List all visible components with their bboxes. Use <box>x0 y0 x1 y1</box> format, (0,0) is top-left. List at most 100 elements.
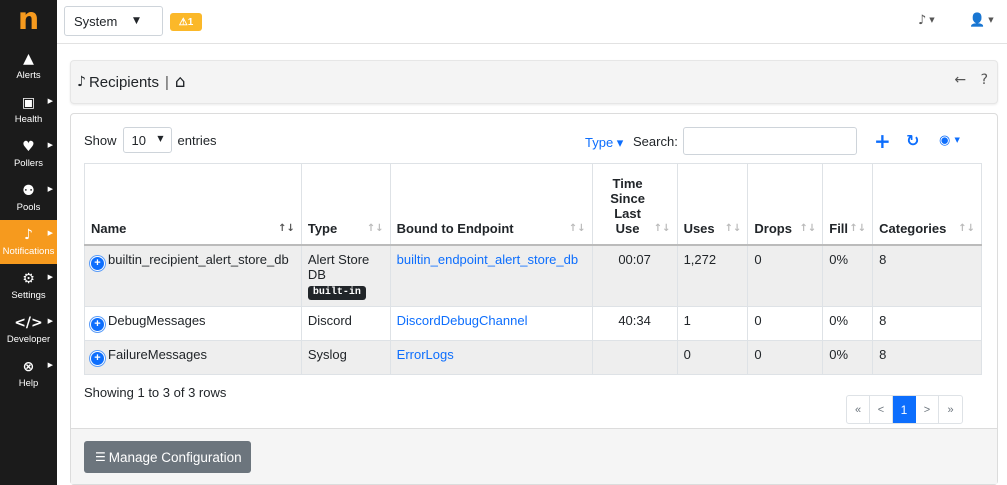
entries-select-value: 10 <box>131 132 146 148</box>
back-arrow-icon[interactable]: ← <box>954 72 966 88</box>
cell-type: Syslog <box>300 339 391 375</box>
sort-icon: ↑↓ <box>653 222 671 234</box>
page-title: Recipients <box>88 73 159 91</box>
sidebar-item-developer[interactable]: ▶ </> Developer <box>0 308 57 352</box>
cell-fill: 0% <box>822 305 874 341</box>
expand-row-icon[interactable]: + <box>91 256 104 270</box>
help-icon[interactable]: ? <box>981 72 988 88</box>
page-next-button[interactable]: > <box>916 396 939 423</box>
sort-icon: ↑↓ <box>366 222 384 234</box>
alarm-badge[interactable]: ⚠1 <box>170 13 202 31</box>
cell-name: + DebugMessages <box>84 305 302 341</box>
chevron-down-icon: ▼ <box>157 134 164 143</box>
breadcrumb-separator: | <box>164 73 169 91</box>
sidebar-item-pools[interactable]: ▶ ⚉ Pools <box>0 176 57 220</box>
column-header-type[interactable]: Type ↑↓ <box>300 163 391 246</box>
caret-right-icon: ▶ <box>47 361 53 369</box>
caret-right-icon: ▶ <box>47 141 53 149</box>
column-header-time-since-last-use[interactable]: Time Since Last Use ↑↓ <box>591 163 678 246</box>
cell-endpoint[interactable]: builtin_endpoint_alert_store_db <box>389 244 593 307</box>
cell-type: Discord <box>300 305 391 341</box>
built-in-badge: built-in <box>307 285 366 300</box>
sidebar-item-notifications[interactable]: ▶ ♪ Notifications <box>0 220 57 264</box>
show-label: Show <box>84 132 117 148</box>
home-icon[interactable]: ⌂ <box>175 72 186 92</box>
cell-fill: 0% <box>822 339 874 375</box>
type-filter-dropdown[interactable]: Type ▾ <box>585 135 623 151</box>
cell-time-since-last-use: 40:34 <box>591 305 678 341</box>
card-footer: ☰ Manage Configuration <box>71 428 997 484</box>
sort-asc-icon: ↑↓ <box>278 222 295 234</box>
column-header-uses[interactable]: Uses ↑↓ <box>676 163 749 246</box>
expand-row-icon[interactable]: + <box>91 317 104 331</box>
lifebuoy-icon: ⊗ <box>22 358 35 375</box>
recipients-card: Show 10 ▼ entries Type ▾ Search: + ↻ ◉ ▼… <box>70 113 998 485</box>
bell-icon: ♪ <box>77 74 86 90</box>
cell-time-since-last-use: 00:07 <box>591 244 678 307</box>
column-header-categories[interactable]: Categories ↑↓ <box>872 163 982 246</box>
alert-triangle-icon: ▲ <box>23 50 34 67</box>
cell-fill: 0% <box>822 244 874 307</box>
notifications-menu[interactable]: ♪ ▼ <box>918 13 935 28</box>
column-visibility-icon[interactable]: ◉ ▼ <box>939 133 960 148</box>
caret-right-icon: ▶ <box>47 229 53 237</box>
sidebar-item-label: Settings <box>11 289 46 301</box>
sidebar-item-pollers[interactable]: ▶ ♥ Pollers <box>0 132 57 176</box>
sidebar-item-health[interactable]: ▶ ▣ Health <box>0 88 57 132</box>
sidebar-item-label: Alerts <box>16 69 41 81</box>
pagination: « < 1 > » <box>846 395 963 424</box>
system-select[interactable]: System ▼ <box>64 6 163 36</box>
page-first-button[interactable]: « <box>847 396 870 423</box>
column-header-endpoint[interactable]: Bound to Endpoint ↑↓ <box>389 163 593 246</box>
page-prev-button[interactable]: < <box>870 396 893 423</box>
top-bar: System ▼ ⚠1 ♪ ▼ 👤 ▼ <box>57 0 1007 44</box>
sidebar-item-help[interactable]: ▶ ⊗ Help <box>0 352 57 396</box>
search-input[interactable] <box>683 127 857 155</box>
column-header-drops[interactable]: Drops ↑↓ <box>747 163 824 246</box>
refresh-icon[interactable]: ↻ <box>906 131 919 150</box>
cell-name: + builtin_recipient_alert_store_db <box>84 244 302 307</box>
user-icon: 👤 <box>969 13 986 28</box>
add-icon[interactable]: + <box>874 129 891 153</box>
heartbeat-icon: ♥ <box>22 138 35 155</box>
expand-row-icon[interactable]: + <box>91 351 104 365</box>
cell-name: + FailureMessages <box>84 339 302 375</box>
table-info: Showing 1 to 3 of 3 rows <box>84 385 227 400</box>
page-current-button[interactable]: 1 <box>893 396 916 423</box>
recipients-table: Name ↑↓ Type ↑↓ Bound to Endpoint ↑↓ Time S… <box>84 163 982 375</box>
cell-endpoint[interactable]: DiscordDebugChannel <box>389 305 593 341</box>
sidebar-item-settings[interactable]: ▶ ⚙ Settings <box>0 264 57 308</box>
sort-icon: ↑↓ <box>849 222 867 234</box>
cell-uses: 1,272 <box>676 244 749 307</box>
logo[interactable]: n <box>0 0 57 44</box>
entries-control: Show 10 ▼ entries <box>84 127 217 153</box>
column-header-name[interactable]: Name ↑↓ <box>84 163 302 246</box>
search-label: Search: <box>633 134 678 149</box>
column-header-fill[interactable]: Fill ↑↓ <box>822 163 874 246</box>
sort-icon: ↑↓ <box>799 222 817 234</box>
cell-time-since-last-use <box>591 339 678 375</box>
table-row: + builtin_recipient_alert_store_db Alert … <box>84 244 982 307</box>
entries-label: entries <box>177 132 217 148</box>
manage-configuration-button[interactable]: ☰ Manage Configuration <box>84 441 251 473</box>
caret-right-icon: ▶ <box>47 273 53 281</box>
gear-icon: ⚙ <box>22 270 35 287</box>
sidebar-item-label: Notifications <box>2 245 55 257</box>
cell-categories: 8 <box>872 305 982 341</box>
page-last-button[interactable]: » <box>939 396 962 423</box>
cell-drops: 0 <box>747 244 824 307</box>
system-select-value: System <box>74 13 118 29</box>
sidebar-item-label: Health <box>14 113 43 125</box>
cell-endpoint[interactable]: ErrorLogs <box>389 339 593 375</box>
bell-icon: ♪ <box>24 226 33 243</box>
monitor-icon: ▣ <box>21 94 36 111</box>
table-row: + FailureMessages Syslog ErrorLogs 0 0 0%… <box>84 339 982 375</box>
cell-categories: 8 <box>872 339 982 375</box>
sidebar-item-alerts[interactable]: ▲ Alerts <box>0 44 57 88</box>
sidebar: n ▲ Alerts ▶ ▣ Health ▶ ♥ Pollers ▶ ⚉ Po… <box>0 0 57 485</box>
user-menu[interactable]: 👤 ▼ <box>969 13 994 28</box>
cell-drops: 0 <box>747 305 824 341</box>
caret-right-icon: ▶ <box>47 185 53 193</box>
entries-select[interactable]: 10 ▼ <box>122 127 172 153</box>
chevron-down-icon: ▼ <box>133 16 140 26</box>
